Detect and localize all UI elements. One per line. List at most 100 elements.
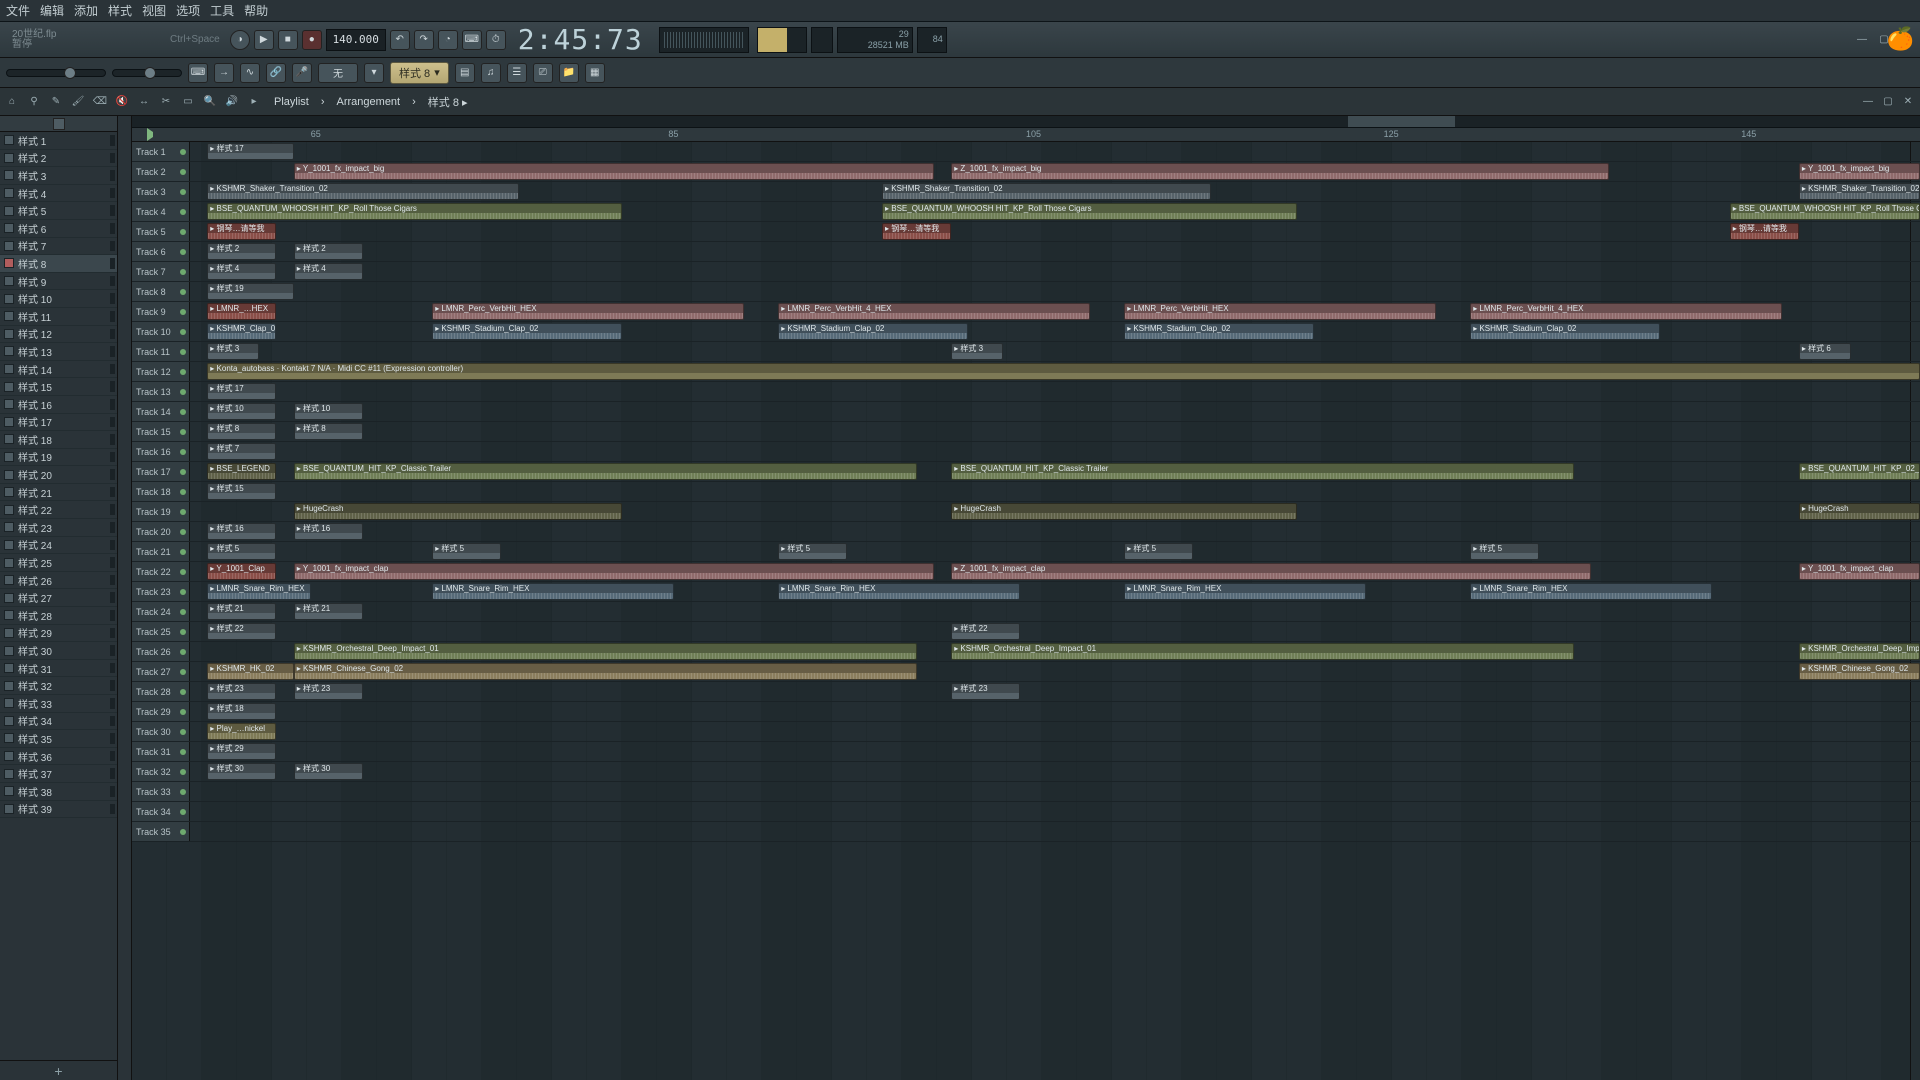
clip[interactable]: ▸ Z_1001_fx_impact_big <box>951 163 1608 180</box>
clip[interactable]: ▸ Y_1001_fx_impact_clap <box>294 563 934 580</box>
track-lane[interactable]: ▸ 样式 7 <box>190 442 1920 461</box>
mute-icon[interactable]: 🔇 <box>114 94 130 110</box>
pattern-item[interactable]: 样式 28 <box>0 607 117 625</box>
crumb-pattern[interactable]: 样式 8 ▸ <box>428 94 468 110</box>
clip[interactable]: ▸ LMNR_Snare_Rim_HEX <box>1124 583 1366 600</box>
track-enable-dot[interactable] <box>180 269 186 275</box>
crumb-playlist[interactable]: Playlist <box>274 96 309 108</box>
track-header[interactable]: Track 16 <box>132 442 190 461</box>
track-lane[interactable]: ▸ 样式 17 <box>190 142 1920 161</box>
clip[interactable]: ▸ 样式 4 <box>207 263 276 280</box>
track-lane[interactable]: ▸ BSE_QUANTUM_WHOOSH HIT_KP_Roll Those C… <box>190 202 1920 221</box>
pencil-icon[interactable]: ✎ <box>48 94 64 110</box>
pattern-item[interactable]: 样式 12 <box>0 326 117 344</box>
clip[interactable]: ▸ 样式 3 <box>951 343 1003 360</box>
track-enable-dot[interactable] <box>180 389 186 395</box>
pattern-item[interactable]: 样式 33 <box>0 695 117 713</box>
track-enable-dot[interactable] <box>180 569 186 575</box>
clip[interactable]: ▸ 样式 17 <box>207 143 294 160</box>
track-header[interactable]: Track 9 <box>132 302 190 321</box>
track-header[interactable]: Track 20 <box>132 522 190 541</box>
track-header[interactable]: Track 30 <box>132 722 190 741</box>
track-header[interactable]: Track 21 <box>132 542 190 561</box>
view-mixer-button[interactable]: ⎚ <box>533 63 553 83</box>
clip[interactable]: ▸ Y_1001_fx_impact_big <box>1799 163 1920 180</box>
clip[interactable]: ▸ Y_1001_fx_impact_big <box>294 163 934 180</box>
pattern-item[interactable]: 样式 2 <box>0 150 117 168</box>
track-lane[interactable]: ▸ 样式 8▸ 样式 8 <box>190 422 1920 441</box>
track-header[interactable]: Track 31 <box>132 742 190 761</box>
clip[interactable]: ▸ KSHMR_Shaker_Transition_02 <box>1799 183 1920 200</box>
track-header[interactable]: Track 27 <box>132 662 190 681</box>
pattern-item[interactable]: 样式 34 <box>0 713 117 731</box>
track-header[interactable]: Track 1 <box>132 142 190 161</box>
wait-input-button[interactable]: ⌨ <box>462 30 482 50</box>
track-header[interactable]: Track 10 <box>132 322 190 341</box>
clip[interactable]: ▸ LMNR_Perc_VerbHit_4_HEX <box>778 303 1089 320</box>
track-enable-dot[interactable] <box>180 529 186 535</box>
pattern-item[interactable]: 样式 39 <box>0 801 117 819</box>
clip[interactable]: ▸ 样式 23 <box>951 683 1020 700</box>
erase-icon[interactable]: ⌫ <box>92 94 108 110</box>
track-lane[interactable]: ▸ Play_…nickel <box>190 722 1920 741</box>
clip[interactable]: ▸ 样式 10 <box>207 403 276 420</box>
pattern-item[interactable]: 样式 15 <box>0 378 117 396</box>
pattern-item[interactable]: 样式 16 <box>0 396 117 414</box>
pattern-item[interactable]: 样式 7 <box>0 238 117 256</box>
track-header[interactable]: Track 17 <box>132 462 190 481</box>
countdown-button[interactable]: ⏱ <box>486 30 506 50</box>
track-lane[interactable]: ▸ 样式 30▸ 样式 30 <box>190 762 1920 781</box>
clip[interactable]: ▸ LMNR_Snare_Rim_HEX <box>207 583 311 600</box>
track-enable-dot[interactable] <box>180 149 186 155</box>
pattern-item[interactable]: 样式 22 <box>0 501 117 519</box>
track-header[interactable]: Track 34 <box>132 802 190 821</box>
track-header[interactable]: Track 3 <box>132 182 190 201</box>
clip[interactable]: ▸ 样式 16 <box>294 523 363 540</box>
clip[interactable]: ▸ KSHMR_Stadium_Clap_02 <box>1470 323 1660 340</box>
track-lane[interactable]: ▸ 样式 5▸ 样式 5▸ 样式 5▸ 样式 5▸ 样式 5 <box>190 542 1920 561</box>
pattern-item[interactable]: 样式 25 <box>0 554 117 572</box>
track-lane[interactable]: ▸ Y_1001_fx_impact_big ▸ Z_1001_fx_impact… <box>190 162 1920 181</box>
record-button[interactable]: ● <box>302 30 322 50</box>
clip[interactable]: ▸ BSE_LEGEND <box>207 463 276 480</box>
typing-keyboard-button[interactable]: ⌨ <box>188 63 208 83</box>
zoom-icon[interactable]: 🔍 <box>202 94 218 110</box>
menu-view[interactable]: 视图 <box>142 2 166 19</box>
clip[interactable]: ▸ KSHMR_Chinese_Gong_02 <box>1799 663 1920 680</box>
clip[interactable]: ▸ 样式 21 <box>207 603 276 620</box>
crumb-arrangement[interactable]: Arrangement <box>337 96 401 108</box>
track-lane[interactable]: ▸ Y_1001_Clap▸ Y_1001_fx_impact_clap▸ Z_… <box>190 562 1920 581</box>
pattern-item[interactable]: 样式 9 <box>0 273 117 291</box>
track-enable-dot[interactable] <box>180 349 186 355</box>
clip[interactable]: ▸ 样式 30 <box>207 763 276 780</box>
track-header[interactable]: Track 14 <box>132 402 190 421</box>
view-browser-button[interactable]: 📁 <box>559 63 579 83</box>
clip[interactable]: ▸ 样式 7 <box>207 443 276 460</box>
clip[interactable]: ▸ 样式 22 <box>207 623 276 640</box>
track-lane[interactable]: ▸ KSHMR_Clap_02▸ KSHMR_Stadium_Clap_02▸ … <box>190 322 1920 341</box>
pattern-item[interactable]: 样式 26 <box>0 572 117 590</box>
track-header[interactable]: Track 26 <box>132 642 190 661</box>
track-lane[interactable]: ▸ 样式 19 <box>190 282 1920 301</box>
clip[interactable]: ▸ LMNR_Perc_VerbHit_4_HEX <box>1470 303 1781 320</box>
view-channelrack-button[interactable]: ☰ <box>507 63 527 83</box>
clip[interactable]: ▸ 样式 16 <box>207 523 276 540</box>
clip[interactable]: ▸ KSHMR_Orchestral_Deep_Impact_01 <box>951 643 1574 660</box>
picker-scrollbar[interactable] <box>118 116 132 1080</box>
home-icon[interactable]: ⌂ <box>4 94 20 110</box>
master-pitch-slider[interactable] <box>112 69 182 77</box>
track-enable-dot[interactable] <box>180 249 186 255</box>
track-header[interactable]: Track 13 <box>132 382 190 401</box>
clip[interactable]: ▸ KSHMR_Shaker_Transition_02 <box>207 183 518 200</box>
track-header[interactable]: Track 2 <box>132 162 190 181</box>
clip[interactable]: ▸ Z_1001_fx_impact_clap <box>951 563 1591 580</box>
slip-icon[interactable]: ↔ <box>136 94 152 110</box>
track-header[interactable]: Track 7 <box>132 262 190 281</box>
pattern-item[interactable]: 样式 14 <box>0 361 117 379</box>
track-header[interactable]: Track 5 <box>132 222 190 241</box>
track-enable-dot[interactable] <box>180 669 186 675</box>
track-enable-dot[interactable] <box>180 309 186 315</box>
track-lane[interactable]: ▸ 钢琴…请等我▸ 钢琴…请等我▸ 钢琴…请等我 <box>190 222 1920 241</box>
stop-button[interactable]: ■ <box>278 30 298 50</box>
pattern-item[interactable]: 样式 36 <box>0 748 117 766</box>
